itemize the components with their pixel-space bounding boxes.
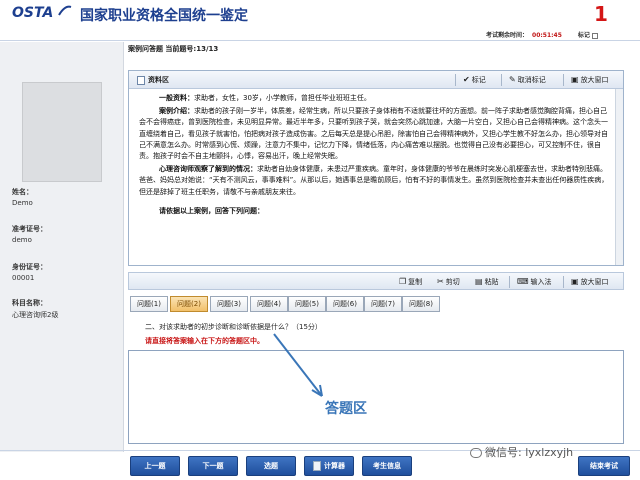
page-title: 国家职业资格全国统一鉴定 (80, 8, 248, 24)
enlarge-material-button[interactable]: ▣ 放大窗口 (569, 74, 611, 86)
answer-toolbar: ❐ 复制 ✂ 剪切 ▤ 粘贴 ⌨ 输入法 ▣ 放大窗口 (128, 272, 624, 290)
paste-button[interactable]: ▤ 粘贴 (473, 276, 501, 288)
unmark-button[interactable]: ✎ 取消标记 (507, 74, 548, 86)
field-id: 身份证号： 00001 (12, 262, 47, 282)
tab-question-8[interactable]: 问题(8) (402, 296, 440, 312)
document-icon (137, 75, 145, 85)
material-paragraph: 一般资料：求助者，女性，30岁，小学教师，曾担任毕业班班主任。 (139, 93, 613, 104)
material-panel: 资料区 ✔ 标记 ✎ 取消标记 ▣ 放大窗口 一般资料：求助者，女性，30岁，小学教师… (128, 70, 624, 266)
field-name: 姓名： Demo (12, 187, 33, 207)
field-subject: 科目名称： 心理咨询师2级 (12, 298, 58, 320)
toolbar-separator (563, 74, 564, 86)
calculator-icon (313, 461, 321, 471)
cut-label: 剪切 (445, 278, 460, 286)
material-toolbar: 资料区 ✔ 标记 ✎ 取消标记 ▣ 放大窗口 (129, 71, 623, 89)
enlarge-material-label: 放大窗口 (580, 76, 609, 84)
toolbar-separator (455, 74, 456, 86)
keyboard-icon: ⌨ (517, 277, 529, 286)
field-subject-label: 科目名称： (12, 299, 47, 307)
material-title: 资料区 (137, 75, 169, 85)
material-paragraph: 案例介绍：求助者的孩子刚一岁半，体质差，经常生病，所以只要孩子身体稍有不适就要往… (139, 106, 613, 162)
calculator-button[interactable]: 计算器 (304, 456, 354, 476)
paragraph-lead: 案例介绍： (159, 107, 194, 116)
calculator-label: 计算器 (324, 462, 345, 470)
osta-logo: OSTA (12, 5, 54, 21)
paragraph-lead: 心理咨询师观察了解到的情况： (159, 165, 257, 174)
paragraph-lead: 一般资料： (159, 94, 194, 102)
enlarge-answer-label: 放大窗口 (580, 278, 609, 286)
field-name-label: 姓名： (12, 188, 33, 196)
app-header: OSTA 国家职业资格全国统一鉴定 1 (0, 0, 640, 30)
next-question-button[interactable]: 下一题 (188, 456, 238, 476)
answer-input[interactable] (128, 350, 624, 444)
prev-question-button[interactable]: 上一题 (130, 456, 180, 476)
ime-label: 输入法 (530, 278, 552, 286)
material-paragraph: 心理咨询师观察了解到的情况：求助者自幼身体健康，未患过严重疾病。童年时，身体健康… (139, 164, 613, 198)
paragraph-text: 求助者的孩子刚一岁半，体质差，经常生病，所以只要孩子身体稍有不适就要往坏的方面想… (139, 107, 608, 161)
enlarge-icon: ▣ (571, 75, 579, 84)
question-tabs: 问题(1) 问题(2) 问题(3) 问题(4) 问题(5) 问题(6) 问题(7… (128, 296, 624, 314)
unmark-button-label: 取消标记 (517, 76, 546, 84)
enlarge-answer-button[interactable]: ▣ 放大窗口 (569, 276, 611, 288)
timer-label: 考试剩余时间： (486, 32, 529, 39)
ime-button[interactable]: ⌨ 输入法 (515, 276, 554, 288)
answer-area-label: 答题区 (325, 401, 367, 417)
tab-question-3[interactable]: 问题(3) (210, 296, 248, 312)
field-admission-value: demo (12, 236, 32, 244)
candidate-photo (22, 82, 102, 182)
mark-label: 标记 (577, 32, 590, 39)
tab-question-4[interactable]: 问题(4) (250, 296, 288, 312)
material-prompt: 请依据以上案例，回答下列问题： (159, 206, 264, 215)
mark-button-label: 标记 (471, 76, 486, 84)
timer-row: 考试剩余时间： 00:51:45 标记 (486, 30, 598, 39)
logo-swoosh-icon (58, 5, 72, 16)
paragraph-text: 求助者，女性，30岁，小学教师，曾担任毕业班班主任。 (194, 94, 371, 102)
question-number-display: 1 (594, 2, 608, 26)
tab-question-1[interactable]: 问题(1) (130, 296, 168, 312)
copy-button[interactable]: ❐ 复制 (397, 276, 424, 288)
cut-button[interactable]: ✂ 剪切 (435, 276, 462, 288)
mark-button[interactable]: ✔ 标记 (461, 74, 488, 86)
mark-check-icon: ✔ (463, 75, 470, 84)
header-divider (0, 40, 640, 41)
toolbar-separator (563, 276, 564, 288)
wechat-icon (470, 448, 482, 458)
tab-question-2[interactable]: 问题(2) (170, 296, 208, 312)
copy-icon: ❐ (399, 277, 407, 286)
candidate-panel: 姓名： Demo 准考证号： demo 身份证号： 00001 科目名称： 心理… (0, 42, 124, 452)
question-type-bar: 案例问答题 当前题号:13/13 (128, 45, 219, 53)
toolbar-separator (509, 276, 510, 288)
material-text: 一般资料：求助者，女性，30岁，小学教师，曾担任毕业班班主任。 案例介绍：求助者… (139, 93, 613, 263)
avatar-silhouette-icon (23, 83, 101, 181)
tab-question-5[interactable]: 问题(5) (288, 296, 326, 312)
unmark-icon: ✎ (509, 75, 516, 84)
wechat-watermark: 微信号: lyxlzxyjh (470, 444, 573, 460)
material-scrollbar[interactable] (615, 89, 623, 265)
field-admission-label: 准考证号： (12, 225, 47, 233)
field-subject-value: 心理咨询师2级 (12, 311, 59, 319)
candidate-info-button[interactable]: 考生信息 (362, 456, 412, 476)
timer-value: 00:51:45 (532, 32, 562, 39)
question-hint: 请直接将答案输入在下方的答题区中。 (145, 337, 264, 345)
field-admission: 准考证号： demo (12, 224, 47, 244)
field-id-label: 身份证号： (12, 263, 47, 271)
copy-label: 复制 (408, 278, 423, 286)
finish-exam-button[interactable]: 结束考试 (578, 456, 630, 476)
material-title-text: 资料区 (148, 76, 169, 84)
mark-checkbox[interactable] (591, 32, 598, 39)
tab-question-6[interactable]: 问题(6) (326, 296, 364, 312)
scissors-icon: ✂ (437, 277, 444, 286)
paste-label: 粘贴 (484, 278, 499, 286)
toolbar-separator (501, 74, 502, 86)
tab-question-7[interactable]: 问题(7) (364, 296, 402, 312)
watermark-text: 微信号: lyxlzxyjh (485, 446, 574, 459)
select-question-button[interactable]: 选题 (246, 456, 296, 476)
paste-icon: ▤ (475, 277, 483, 286)
question-text: 二、对该求助者的初步诊断和诊断依据是什么？（15分） (145, 323, 322, 331)
field-name-value: Demo (12, 199, 33, 207)
enlarge-icon: ▣ (571, 277, 579, 286)
field-id-value: 00001 (12, 274, 35, 282)
